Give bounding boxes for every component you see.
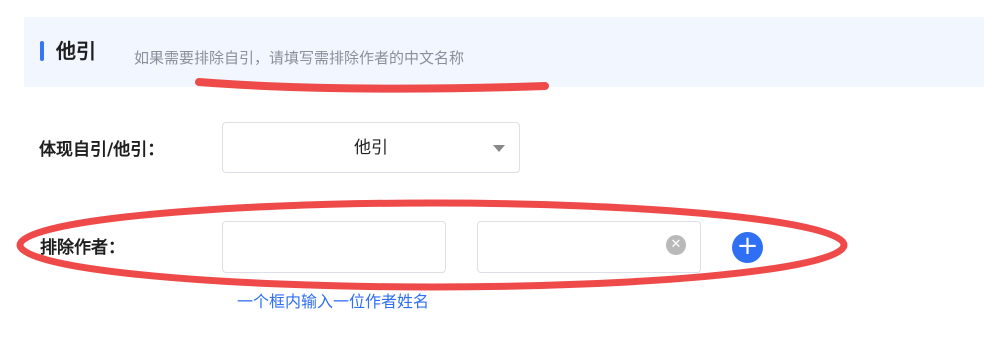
exclude-author-input-1[interactable] <box>222 221 446 273</box>
caret-down-icon <box>493 145 505 152</box>
exclude-author-label: 排除作者： <box>40 238 125 258</box>
add-author-button[interactable]: + <box>732 232 763 263</box>
section-accent-bar <box>40 41 44 61</box>
exclude-author-helper: 一个框内输入一位作者姓名 <box>237 292 430 311</box>
clear-icon[interactable]: ✕ <box>666 235 686 255</box>
citation-type-selected-value: 他引 <box>354 138 388 158</box>
section-title: 他引 <box>56 39 96 63</box>
citation-type-select[interactable]: 他引 <box>222 122 520 173</box>
citation-type-label: 体现自引/他引： <box>39 140 165 160</box>
section-hint: 如果需要排除自引，请填写需排除作者的中文名称 <box>134 49 465 67</box>
